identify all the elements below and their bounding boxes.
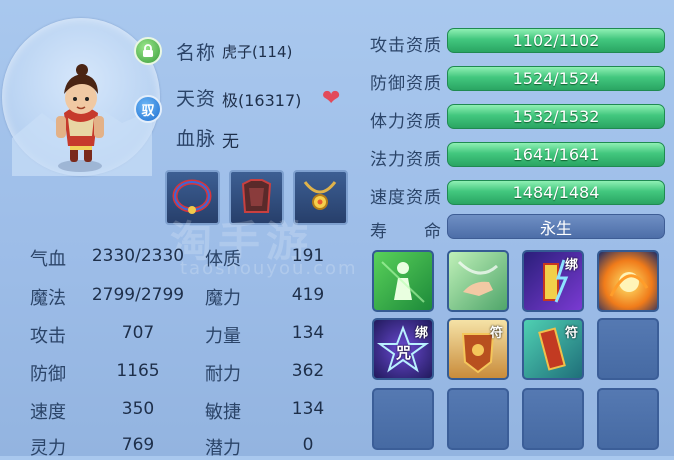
aptitude-stamina-label: 体力资质 bbox=[370, 112, 442, 132]
finger-point-skill-icon bbox=[457, 260, 498, 296]
stat-spi-label: 灵力 bbox=[30, 438, 66, 459]
aptitude-defense-bar: 1524/1524 bbox=[447, 66, 665, 91]
skill-5-center: 咒 bbox=[396, 344, 412, 362]
stat-pot-label: 潜力 bbox=[205, 438, 241, 459]
stat-con-label: 体质 bbox=[205, 249, 241, 270]
skill-slot-8[interactable] bbox=[597, 318, 659, 380]
talent-label: 天资 bbox=[176, 88, 217, 110]
stat-agi-label: 敏捷 bbox=[205, 402, 241, 423]
stat-atk-value: 707 bbox=[121, 323, 155, 343]
skill-5-tag: 绑 bbox=[414, 326, 428, 341]
skill-slot-7[interactable]: 符 bbox=[522, 318, 584, 380]
name-label: 名称 bbox=[176, 42, 217, 64]
stat-atk-label: 攻击 bbox=[30, 326, 66, 347]
bloodline-value: 无 bbox=[222, 132, 239, 152]
bloodline-label: 血脉 bbox=[176, 128, 217, 150]
skill-3-tag: 绑 bbox=[564, 258, 578, 273]
skill-slot-1[interactable] bbox=[372, 250, 434, 312]
lock-glyph-icon bbox=[143, 44, 153, 57]
stat-end-label: 耐力 bbox=[205, 364, 241, 385]
heart-icon[interactable]: ❤ bbox=[322, 86, 340, 111]
aptitude-magic-label: 法力资质 bbox=[370, 150, 442, 170]
stat-def-value: 1165 bbox=[116, 361, 160, 381]
stat-str-label: 力量 bbox=[205, 326, 241, 347]
stat-hp-value: 2330/2330 bbox=[91, 246, 185, 266]
green-figure-skill-icon bbox=[381, 261, 425, 303]
name-value: 虎子(114) bbox=[222, 43, 293, 61]
skill-slot-5[interactable]: 咒 绑 bbox=[372, 318, 434, 380]
skill-6-tag: 符 bbox=[489, 326, 503, 341]
ride-badge[interactable]: 驭 bbox=[134, 95, 162, 123]
aptitude-attack-bar: 1102/1102 bbox=[447, 28, 665, 53]
stat-str-value: 134 bbox=[291, 323, 325, 343]
stat-spd-value: 350 bbox=[121, 399, 155, 419]
lifespan-label-a: 寿 bbox=[370, 222, 388, 242]
pet-info-panel: 驭 名称 虎子(114) 天资 极(16317) ❤ 血脉 无 淘手游 taos… bbox=[0, 0, 674, 459]
stat-hp-label: 气血 bbox=[30, 249, 66, 270]
stat-mag-value: 419 bbox=[291, 285, 325, 305]
stat-pot-value: 0 bbox=[302, 435, 314, 455]
stat-mag-label: 魔力 bbox=[205, 288, 241, 309]
aptitude-magic-bar: 1641/1641 bbox=[447, 142, 665, 167]
stat-end-value: 362 bbox=[291, 361, 325, 381]
aptitude-speed-label: 速度资质 bbox=[370, 188, 442, 208]
fire-orb-skill-icon bbox=[609, 272, 649, 297]
skill-slot-3[interactable]: 绑 bbox=[522, 250, 584, 312]
lifespan-bar: 永生 bbox=[447, 214, 665, 239]
stat-mp-label: 魔法 bbox=[30, 288, 66, 309]
aptitude-attack-label: 攻击资质 bbox=[370, 36, 442, 56]
aptitude-stamina-bar: 1532/1532 bbox=[447, 104, 665, 129]
skill-slot-10[interactable] bbox=[447, 388, 509, 450]
lock-icon[interactable] bbox=[134, 37, 162, 65]
aptitude-speed-bar: 1484/1484 bbox=[447, 180, 665, 205]
stat-con-value: 191 bbox=[291, 246, 325, 266]
skill-slot-9[interactable] bbox=[372, 388, 434, 450]
skill-7-tag: 符 bbox=[564, 326, 578, 341]
stat-spi-value: 769 bbox=[121, 435, 155, 455]
skill-slot-6[interactable]: 符 bbox=[447, 318, 509, 380]
stat-mp-value: 2799/2799 bbox=[91, 285, 185, 305]
skill-slot-4[interactable] bbox=[597, 250, 659, 312]
aptitude-defense-label: 防御资质 bbox=[370, 74, 442, 94]
stat-def-label: 防御 bbox=[30, 364, 66, 385]
skill-slot-2[interactable] bbox=[447, 250, 509, 312]
stat-agi-value: 134 bbox=[291, 399, 325, 419]
stat-spd-label: 速度 bbox=[30, 402, 66, 423]
talent-value: 极(16317) bbox=[222, 91, 302, 110]
lifespan-label-b: 命 bbox=[424, 222, 442, 242]
skill-slot-12[interactable] bbox=[597, 388, 659, 450]
skill-slot-11[interactable] bbox=[522, 388, 584, 450]
